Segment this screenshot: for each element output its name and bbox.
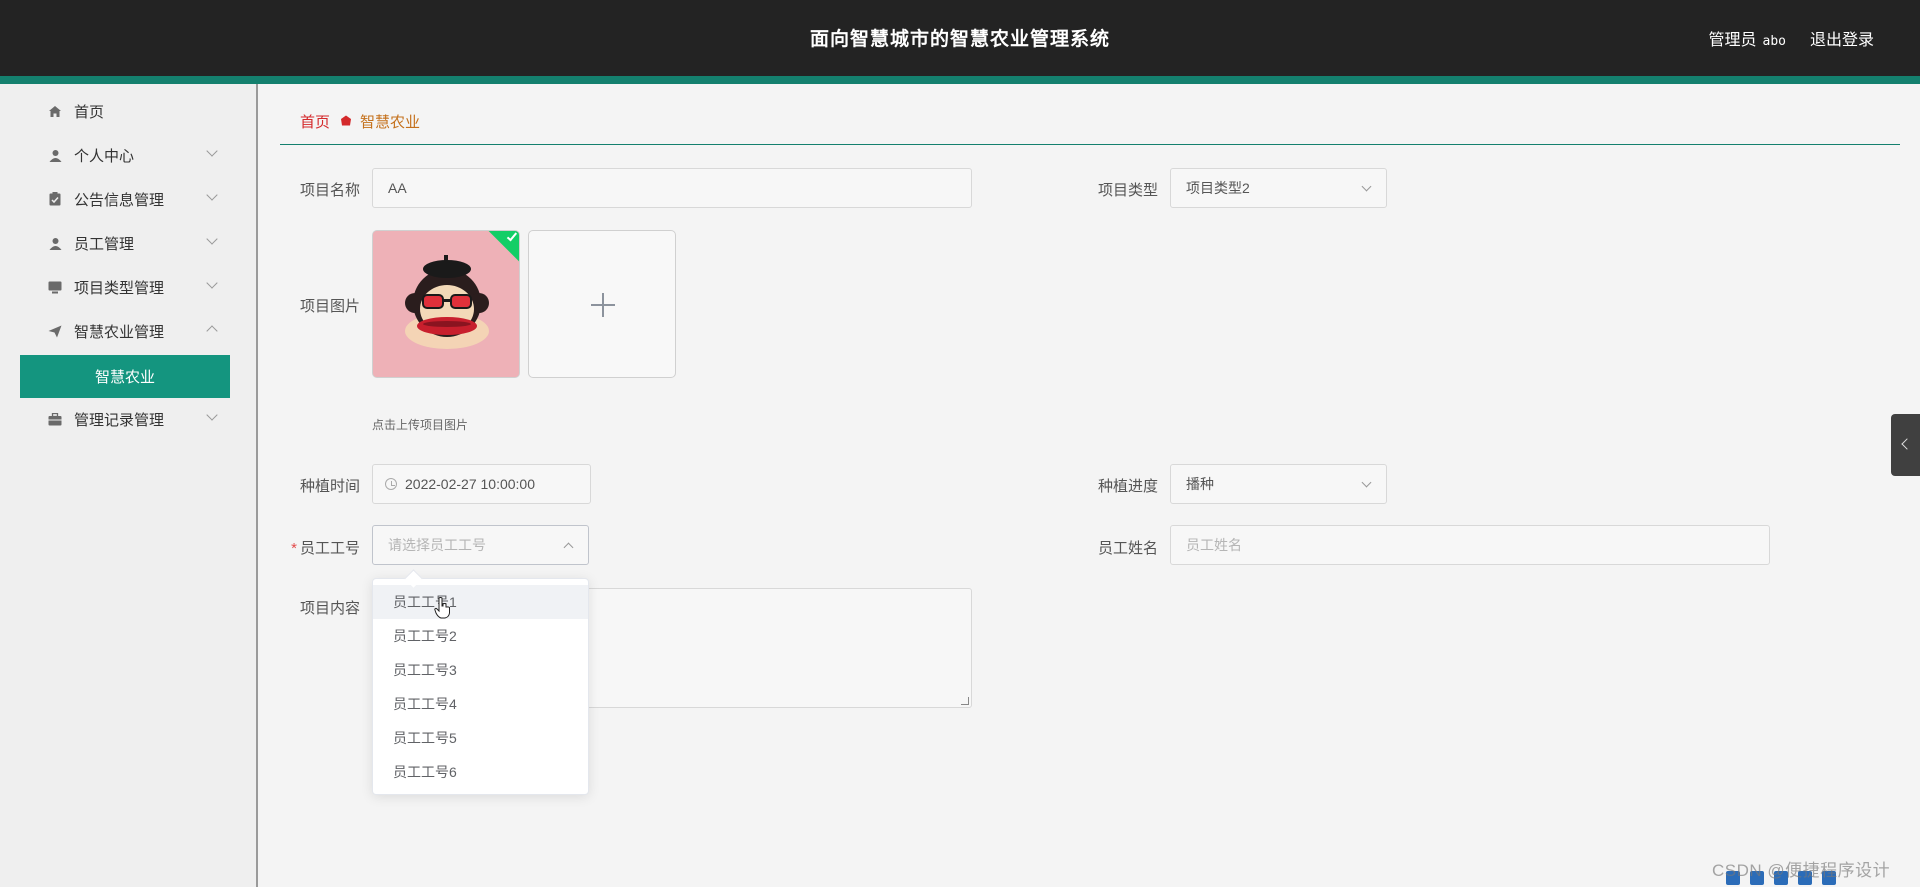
upload-image-button[interactable]	[528, 230, 676, 378]
upload-hint: 点击上传项目图片	[372, 418, 469, 432]
sidebar: 首页 个人中心 公告信息管理 员工管理 项目类型管理 智慧农业管理 智慧农业 管…	[0, 84, 258, 887]
project-name-input[interactable]: AA	[372, 168, 972, 208]
sidebar-item-notice-management[interactable]: 公告信息管理	[20, 179, 230, 219]
plant-progress-label: 种植进度	[1097, 478, 1158, 495]
clock-icon	[385, 478, 397, 490]
user-role: 管理员	[1708, 32, 1757, 49]
sidebar-item-label: 员工管理	[74, 235, 135, 253]
sidebar-item-label: 个人中心	[74, 147, 135, 165]
sidebar-item-label: 智慧农业管理	[74, 323, 165, 341]
monitor-icon	[44, 279, 66, 295]
chevron-down-icon	[206, 409, 218, 421]
logout-button[interactable]: 退出登录	[1810, 26, 1874, 50]
chevron-left-icon	[1901, 438, 1913, 450]
dropdown-option[interactable]: 员工工号5	[373, 721, 588, 755]
top-header: 面向智慧城市的智慧农业管理系统 管理员 abo 退出登录	[0, 0, 1920, 76]
employee-no-placeholder: 请选择员工工号	[388, 537, 486, 553]
breadcrumb-divider	[280, 144, 1900, 145]
system-title: 面向智慧城市的智慧农业管理系统	[809, 28, 1110, 50]
employee-name-input[interactable]: 员工姓名	[1170, 525, 1770, 565]
briefcase-icon	[44, 411, 66, 427]
plant-time-value: 2022-02-27 10:00:00	[405, 476, 535, 492]
uploaded-image-thumbnail[interactable]	[372, 230, 520, 378]
plant-progress-select[interactable]: 播种	[1170, 464, 1387, 504]
chevron-down-icon	[206, 277, 218, 289]
sidebar-item-label: 项目类型管理	[74, 279, 165, 297]
sidebar-item-home[interactable]: 首页	[20, 91, 230, 131]
sidebar-item-label: 公告信息管理	[74, 191, 165, 209]
project-type-label: 项目类型	[1097, 182, 1158, 199]
dropdown-option[interactable]: 员工工号2	[373, 619, 588, 653]
project-content-label: 项目内容	[299, 600, 360, 617]
chevron-up-icon	[563, 542, 574, 553]
chevron-down-icon	[206, 145, 218, 157]
resize-handle-icon[interactable]	[961, 697, 969, 705]
dropdown-option[interactable]: 员工工号4	[373, 687, 588, 721]
home-icon	[44, 103, 66, 119]
dropdown-option[interactable]: 员工工号6	[373, 755, 588, 789]
breadcrumb: 首页 智慧农业	[300, 111, 420, 132]
chevron-down-icon	[206, 233, 218, 245]
employee-no-dropdown: 员工工号1 员工工号2 员工工号3 员工工号4 员工工号5 员工工号6	[372, 578, 589, 795]
user-icon	[44, 147, 66, 163]
sidebar-item-employee-management[interactable]: 员工管理	[20, 223, 230, 263]
sidebar-subitem-smart-agriculture[interactable]: 智慧农业	[20, 355, 230, 398]
check-icon	[506, 231, 518, 242]
employee-no-label: * 员工工号	[291, 540, 360, 557]
chevron-down-icon	[1361, 181, 1372, 192]
chevron-up-icon	[206, 325, 218, 337]
breadcrumb-current: 智慧农业	[360, 114, 421, 131]
breadcrumb-home-link[interactable]: 首页	[300, 111, 330, 132]
clipboard-icon	[44, 191, 66, 207]
sidebar-item-project-type-management[interactable]: 项目类型管理	[20, 267, 230, 307]
sidebar-item-personal-center[interactable]: 个人中心	[20, 135, 230, 175]
monkey-image	[373, 231, 519, 377]
sidebar-item-label: 首页	[74, 103, 105, 121]
required-asterisk: *	[291, 540, 297, 557]
chevron-down-icon	[206, 189, 218, 201]
breadcrumb-separator-icon	[340, 115, 352, 129]
employee-no-select[interactable]: 请选择员工工号	[372, 525, 589, 565]
header-accent-stripe	[0, 76, 1920, 84]
project-type-select[interactable]: 项目类型2	[1170, 168, 1387, 208]
user-name: abo	[1762, 34, 1786, 49]
dropdown-option[interactable]: 员工工号1	[373, 585, 588, 619]
watermark: CSDN @便捷程序设计	[1712, 861, 1891, 880]
project-type-value: 项目类型2	[1186, 180, 1250, 196]
hand-cursor-icon	[434, 597, 450, 619]
project-image-label: 项目图片	[299, 298, 360, 315]
chevron-down-icon	[1361, 477, 1372, 488]
sidebar-item-management-record[interactable]: 管理记录管理	[20, 399, 230, 439]
sidebar-item-label: 管理记录管理	[74, 411, 165, 429]
side-panel-toggle[interactable]	[1891, 414, 1920, 476]
user-info: 管理员 abo	[1709, 26, 1787, 50]
dropdown-option[interactable]: 员工工号3	[373, 653, 588, 687]
plant-time-label: 种植时间	[299, 478, 360, 495]
employee-name-label: 员工姓名	[1097, 540, 1158, 557]
project-content-textarea[interactable]	[586, 588, 972, 708]
sidebar-item-smart-agriculture-management[interactable]: 智慧农业管理	[20, 311, 230, 351]
send-icon	[44, 323, 66, 339]
user-icon	[44, 235, 66, 251]
plant-progress-value: 播种	[1186, 476, 1214, 492]
project-name-label: 项目名称	[299, 182, 360, 199]
plant-time-datepicker[interactable]: 2022-02-27 10:00:00	[372, 464, 591, 504]
